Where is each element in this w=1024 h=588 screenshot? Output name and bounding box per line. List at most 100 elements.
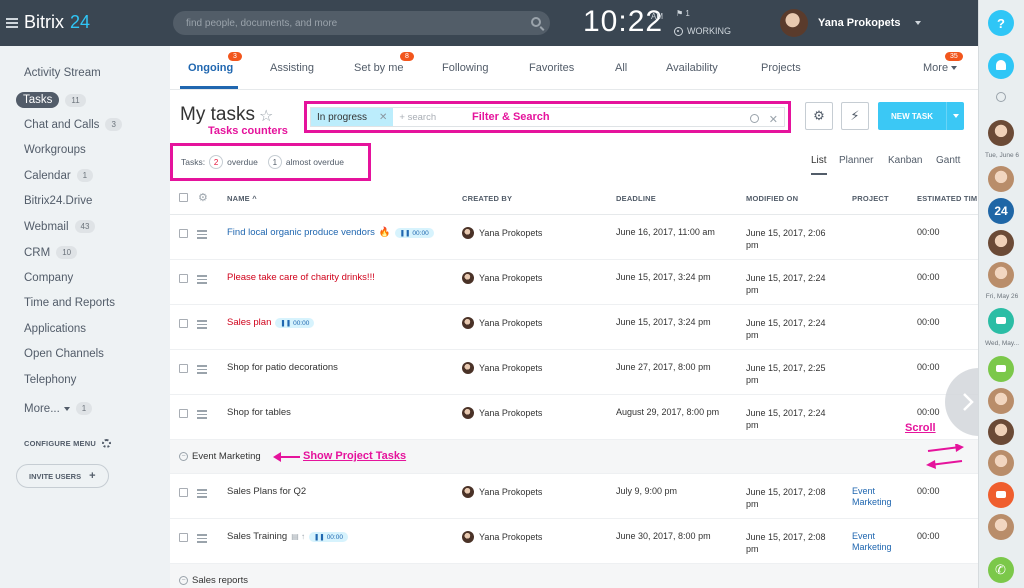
timer-badge[interactable]: ❚❚ 00:00 — [275, 317, 315, 328]
sidebar-item-workgroups[interactable]: Workgroups — [24, 144, 86, 156]
overdue-count[interactable]: 2 — [209, 155, 224, 169]
project-group-label[interactable]: − Sales reports — [179, 575, 248, 586]
phone-icon[interactable]: ✆ — [988, 557, 1014, 583]
view-gantt[interactable]: Gantt — [936, 155, 960, 166]
user-menu[interactable]: Yana Prokopets — [780, 9, 921, 37]
row-checkbox[interactable] — [179, 229, 188, 238]
deadline[interactable]: June 15, 2017, 3:24 pm — [616, 272, 711, 282]
tab-more[interactable]: More — [923, 62, 958, 74]
column-estimated-time[interactable]: ESTIMATED TIM — [917, 194, 977, 203]
row-menu-icon[interactable] — [197, 228, 207, 241]
sidebar-item-activity-stream[interactable]: Activity Stream — [24, 67, 101, 79]
sidebar-item-open-channels[interactable]: Open Channels — [24, 348, 104, 360]
star-icon[interactable]: ☆ — [259, 106, 273, 126]
view-list[interactable]: List — [811, 155, 827, 166]
sidebar-item-calendar[interactable]: Calendar 1 — [24, 169, 94, 182]
automation-button[interactable]: ⚡ — [841, 102, 869, 130]
task-name[interactable]: Sales plan ❚❚ 00:00 — [227, 317, 315, 328]
avatar[interactable] — [988, 230, 1014, 256]
sidebar-item-applications[interactable]: Applications — [24, 323, 86, 335]
task-name[interactable]: Sales Plans for Q2 — [227, 486, 306, 497]
sidebar-item-webmail[interactable]: Webmail 43 — [24, 220, 96, 233]
sidebar-item-crm[interactable]: CRM 10 — [24, 246, 78, 259]
help-button[interactable]: ? — [988, 10, 1014, 36]
tab-all[interactable]: All — [615, 62, 627, 74]
row-checkbox[interactable] — [179, 409, 188, 418]
task-name[interactable]: Sales Training ▤ ↑ ❚❚ 00:00 — [227, 531, 348, 542]
project-group-label[interactable]: − Event Marketing — [179, 451, 261, 462]
creator[interactable]: Yana Prokopets — [462, 531, 542, 543]
tab-assisting[interactable]: Assisting — [270, 62, 314, 74]
chat-icon[interactable] — [988, 356, 1014, 382]
avatar[interactable] — [988, 388, 1014, 414]
row-menu-icon[interactable] — [197, 318, 207, 331]
close-icon[interactable]: ✕ — [769, 113, 778, 126]
tab-projects[interactable]: Projects — [761, 62, 801, 74]
flag-indicator[interactable]: ⚑ 1 — [676, 9, 690, 18]
creator[interactable]: Yana Prokopets — [462, 317, 542, 329]
overdue-label[interactable]: overdue — [227, 157, 258, 167]
sidebar-item-time-and-reports[interactable]: Time and Reports — [24, 297, 115, 309]
avatar[interactable] — [988, 120, 1014, 146]
row-checkbox[interactable] — [179, 364, 188, 373]
column-deadline[interactable]: DEADLINE — [616, 194, 656, 203]
avatar[interactable] — [780, 9, 808, 37]
new-task-dropdown[interactable] — [947, 114, 964, 118]
collapse-icon[interactable]: − — [179, 576, 188, 585]
creator[interactable]: Yana Prokopets — [462, 486, 542, 498]
row-checkbox[interactable] — [179, 274, 188, 283]
table-row[interactable]: Shop for patio decorations Yana Prokopet… — [170, 350, 978, 395]
tab-favorites[interactable]: Favorites — [529, 62, 574, 74]
tab-set-by-me[interactable]: Set by me — [354, 62, 404, 74]
sidebar-item-telephony[interactable]: Telephony — [24, 374, 76, 386]
task-name[interactable]: Shop for tables — [227, 407, 291, 418]
task-name[interactable]: Shop for patio decorations — [227, 362, 338, 373]
table-row[interactable]: Sales plan ❚❚ 00:00 Yana Prokopets June 1… — [170, 305, 978, 350]
timer-badge[interactable]: ❚❚ 00:00 — [394, 227, 434, 238]
almost-overdue-count[interactable]: 1 — [267, 155, 282, 169]
tab-following[interactable]: Following — [442, 62, 488, 74]
bell-icon[interactable] — [988, 53, 1014, 79]
avatar[interactable] — [988, 262, 1014, 288]
close-icon[interactable]: ✕ — [379, 112, 387, 123]
row-menu-icon[interactable] — [197, 487, 207, 500]
column-modified-on[interactable]: MODIFIED ON — [746, 194, 798, 203]
deadline[interactable]: June 30, 2017, 8:00 pm — [616, 531, 711, 541]
new-task-button[interactable]: NEW TASK — [878, 102, 964, 130]
search-icon[interactable] — [996, 92, 1006, 102]
row-checkbox[interactable] — [179, 488, 188, 497]
timer-badge[interactable]: ❚❚ 00:00 — [308, 531, 348, 542]
logo[interactable]: Bitrix 24 — [6, 12, 90, 33]
table-row[interactable]: Find local organic produce vendors 🔥 ❚❚ 00… — [170, 215, 978, 260]
filter-chip[interactable]: In progress ✕ — [311, 108, 394, 126]
column-project[interactable]: PROJECT — [852, 194, 889, 203]
row-menu-icon[interactable] — [197, 532, 207, 545]
tab-availability[interactable]: Availability — [666, 62, 718, 74]
avatar[interactable] — [988, 166, 1014, 192]
row-menu-icon[interactable] — [197, 408, 207, 421]
creator[interactable]: Yana Prokopets — [462, 362, 542, 374]
row-checkbox[interactable] — [179, 319, 188, 328]
almost-overdue-label[interactable]: almost overdue — [286, 157, 344, 167]
deadline[interactable]: August 29, 2017, 8:00 pm — [616, 407, 719, 417]
open-channel-icon[interactable] — [988, 308, 1014, 334]
global-search[interactable] — [173, 11, 550, 35]
filter-search-placeholder[interactable]: + search — [399, 112, 436, 123]
avatar[interactable] — [988, 450, 1014, 476]
project-link[interactable]: Event Marketing — [852, 486, 912, 508]
table-row[interactable]: Please take care of charity drinks!!! Ya… — [170, 260, 978, 305]
avatar[interactable] — [988, 419, 1014, 445]
deadline[interactable]: June 16, 2017, 11:00 am — [616, 227, 715, 237]
select-all-checkbox[interactable] — [179, 193, 188, 202]
deadline[interactable]: July 9, 9:00 pm — [616, 486, 677, 496]
sidebar-item-chat-and-calls[interactable]: Chat and Calls 3 — [24, 118, 122, 131]
table-row[interactable]: Shop for tables Yana Prokopets August 29… — [170, 395, 978, 440]
project-link[interactable]: Event Marketing — [852, 531, 912, 553]
creator[interactable]: Yana Prokopets — [462, 407, 542, 419]
creator[interactable]: Yana Prokopets — [462, 227, 542, 239]
work-status[interactable]: WORKING — [674, 26, 731, 36]
filter-search-field[interactable]: In progress ✕ + search Filter & Search ✕ — [310, 107, 785, 127]
sidebar-item-more[interactable]: More... 1 — [24, 402, 93, 415]
collapse-icon[interactable]: − — [179, 452, 188, 461]
configure-menu-button[interactable]: CONFIGURE MENU — [24, 439, 111, 448]
